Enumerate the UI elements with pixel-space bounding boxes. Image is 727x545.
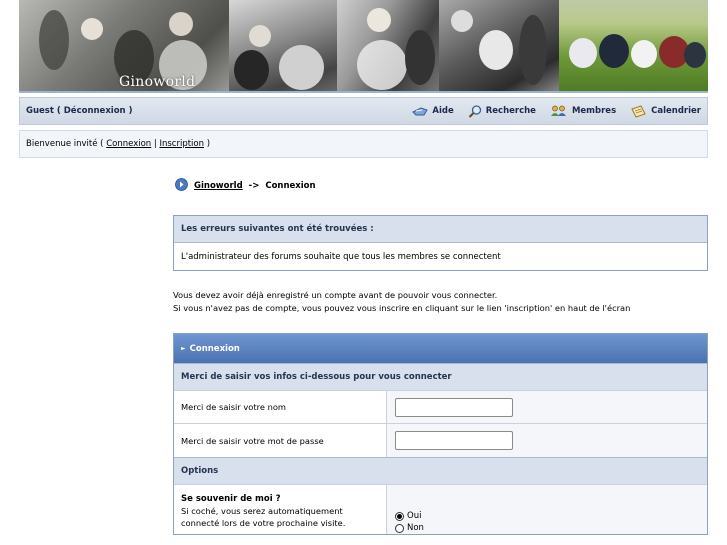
search-icon	[468, 104, 482, 118]
error-box: Les erreurs suivantes ont été trouvées :…	[173, 215, 708, 271]
intro-line-1: Vous devez avoir déjà enregistré un comp…	[173, 290, 498, 300]
breadcrumb-home-link[interactable]: Ginoworld	[194, 181, 243, 191]
login-header: ► Connexion	[174, 334, 707, 363]
welcome-login-link[interactable]: Connexion	[106, 139, 151, 149]
breadcrumb-separator: ->	[248, 181, 260, 191]
forum-banner: Ginoworld	[19, 0, 708, 93]
options-header: Options	[174, 457, 707, 484]
username-cell	[387, 391, 707, 423]
username-row: Merci de saisir votre nom	[174, 390, 707, 423]
breadcrumb-current: Connexion	[265, 181, 316, 191]
nav-members-label: Membres	[571, 106, 617, 116]
header-arrow-icon: ►	[181, 345, 186, 352]
error-message: L'administrateur des forums souhaite que…	[181, 251, 501, 262]
welcome-suffix: )	[206, 139, 211, 149]
guest-status: Guest ( Déconnexion )	[26, 106, 412, 116]
help-icon	[412, 105, 429, 117]
remember-row: Se souvenir de moi ? Si coché, vous sere…	[174, 484, 707, 534]
welcome-separator: |	[153, 139, 157, 149]
remember-no-option[interactable]: Non	[395, 522, 424, 534]
members-icon	[550, 105, 568, 117]
remember-description: Si coché, vous serez automatiquement con…	[181, 506, 346, 528]
login-form: ► Connexion Merci de saisir vos infos ci…	[173, 333, 708, 535]
remember-no-label: Non	[407, 523, 424, 533]
nav-help-label: Aide	[432, 106, 454, 116]
welcome-prefix: Bienvenue invité (	[26, 139, 104, 149]
remember-yes-option[interactable]: Oui	[395, 510, 421, 522]
intro-line-2: Si vous n'avez pas de compte, vous pouve…	[173, 303, 631, 313]
remember-no-radio[interactable]	[395, 523, 404, 533]
banner-title: Ginoworld	[119, 74, 196, 90]
username-label: Merci de saisir votre nom	[174, 391, 387, 423]
nav-links: Aide Recherche Membres Calendrier	[412, 104, 701, 118]
nav-search-label: Recherche	[485, 106, 536, 116]
guest-paren-close: )	[128, 106, 133, 116]
user-navbar: Guest ( Déconnexion ) Aide Recherche Mem…	[19, 97, 708, 125]
nav-arrow-icon	[175, 178, 188, 194]
remember-yes-radio[interactable]	[395, 511, 404, 521]
password-label: Merci de saisir votre mot de passe	[174, 424, 387, 457]
banner-photo-2	[229, 0, 337, 91]
welcome-register-link[interactable]: Inscription	[159, 139, 204, 149]
guest-name: Guest	[26, 106, 54, 116]
logout-link[interactable]: Déconnexion	[64, 106, 126, 116]
welcome-bar: Bienvenue invité ( Connexion | Inscripti…	[19, 130, 708, 158]
calendar-icon	[630, 104, 647, 118]
remember-label-cell: Se souvenir de moi ? Si coché, vous sere…	[174, 485, 387, 534]
guest-paren-open: (	[56, 106, 61, 116]
nav-search-link[interactable]: Recherche	[468, 104, 536, 118]
login-subheader: Merci de saisir vos infos ci-dessous pou…	[174, 363, 707, 390]
nav-members-link[interactable]: Membres	[550, 105, 616, 117]
nav-calendar-link[interactable]: Calendrier	[630, 104, 701, 118]
login-header-label: Connexion	[189, 343, 240, 354]
remember-title: Se souvenir de moi ?	[181, 494, 281, 504]
password-input[interactable]	[395, 431, 513, 450]
nav-calendar-label: Calendrier	[651, 106, 701, 116]
remember-yes-label: Oui	[407, 511, 422, 521]
remember-options: Oui Non	[387, 485, 707, 534]
nav-help-link[interactable]: Aide	[412, 105, 454, 117]
error-header: Les erreurs suivantes ont été trouvées :	[174, 216, 707, 243]
banner-photo-5	[559, 0, 708, 91]
banner-photo-3	[337, 0, 439, 91]
breadcrumb: Ginoworld -> Connexion	[175, 178, 316, 194]
password-cell	[387, 424, 707, 457]
password-row: Merci de saisir votre mot de passe	[174, 423, 707, 457]
banner-photo-4	[439, 0, 559, 91]
username-input[interactable]	[395, 397, 513, 417]
login-intro: Vous devez avoir déjà enregistré un comp…	[173, 289, 630, 315]
